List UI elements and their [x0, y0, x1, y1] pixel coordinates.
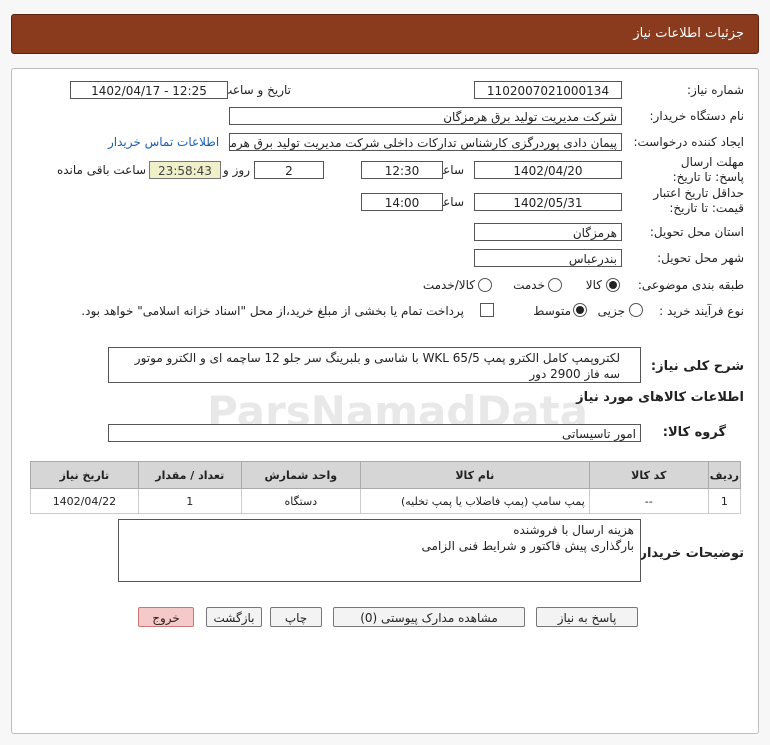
col-name: نام کالا: [359, 461, 590, 489]
general-desc-text: لکتروپمپ کامل الکترو پمپ WKL 65/5 با شاس…: [134, 351, 620, 381]
buyer-label: نام دستگاه خریدار:: [649, 109, 745, 123]
col-date: تاریخ نیاز: [30, 461, 139, 489]
contact-info-link[interactable]: اطلاعات تماس خریدار: [108, 135, 219, 149]
page-title: جزئیات اطلاعات نیاز: [633, 26, 744, 41]
buyer-notes-line-1: هزینه ارسال با فروشنده: [513, 523, 634, 537]
cell-row: 1: [707, 488, 742, 514]
city-label: شهر محل تحویل:: [657, 251, 744, 265]
category-option-goods: کالا: [585, 278, 602, 292]
page-header: جزئیات اطلاعات نیاز: [11, 14, 759, 54]
cell-code: --: [588, 488, 709, 514]
process-label: نوع فرآیند خرید :: [659, 304, 744, 318]
province-label: استان محل تحویل:: [649, 225, 744, 239]
back-button[interactable]: بازگشت: [206, 607, 262, 627]
process-option-medium: متوسط: [533, 304, 571, 318]
validity-label: حداقل تاریخ اعتبار قیمت: تا تاریخ:: [653, 186, 744, 215]
exit-button[interactable]: خروج: [138, 607, 194, 627]
buyer-field[interactable]: شرکت مدیریت تولید برق هرمزگان: [229, 107, 622, 125]
province-field[interactable]: هرمزگان: [474, 223, 622, 241]
general-desc-box[interactable]: لکتروپمپ کامل الکترو پمپ WKL 65/5 با شاس…: [108, 347, 641, 383]
treasury-note: پرداخت تمام یا بخشی از مبلغ خرید،از محل …: [81, 304, 464, 318]
category-radio-goods[interactable]: [606, 278, 620, 292]
buyer-notes-label: توضیحات خریدار:: [634, 546, 744, 561]
category-label: طبقه بندی موضوعی:: [637, 278, 744, 292]
col-qty: تعداد / مقدار: [137, 461, 242, 489]
goods-section-title: اطلاعات کالاهای مورد نیاز: [576, 390, 744, 405]
process-option-minor: جزیی: [597, 304, 625, 318]
deadline-time-field[interactable]: 12:30: [361, 161, 443, 179]
remaining-time-field: 23:58:43: [149, 161, 221, 179]
cell-date: 1402/04/22: [30, 488, 139, 514]
remaining-label: ساعت باقی مانده: [56, 163, 146, 177]
goods-group-field[interactable]: امور تاسیساتی: [108, 424, 641, 442]
details-panel: ParsNamadData شماره نیاز: 11020070210001…: [11, 68, 759, 734]
days-label: روز و: [223, 163, 250, 177]
validity-time-field[interactable]: 14:00: [361, 193, 443, 211]
cell-qty: 1: [137, 488, 242, 514]
need-number-label: شماره نیاز:: [687, 83, 744, 97]
category-radio-service[interactable]: [548, 278, 562, 292]
category-option-service: خدمت: [513, 278, 545, 292]
print-button[interactable]: چاپ: [270, 607, 322, 627]
treasury-checkbox[interactable]: [480, 303, 494, 317]
general-desc-label: شرح کلی نیاز:: [650, 359, 744, 374]
category-option-goods-service: کالا/خدمت: [422, 278, 475, 292]
process-radio-medium[interactable]: [573, 303, 587, 317]
attachments-button[interactable]: مشاهده مدارک پیوستی (0): [333, 607, 525, 627]
creator-label: ایجاد کننده درخواست:: [633, 135, 744, 149]
deadline-label: مهلت ارسال پاسخ: تا تاریخ:: [672, 155, 744, 184]
col-code: کد کالا: [588, 461, 709, 489]
cell-name: پمپ سامپ (پمپ فاضلاب یا پمپ تخلیه): [359, 488, 590, 514]
category-radio-goods-service[interactable]: [478, 278, 492, 292]
cell-unit: دستگاه: [240, 488, 361, 514]
col-unit: واحد شمارش: [240, 461, 361, 489]
validity-date-field[interactable]: 1402/05/31: [474, 193, 622, 211]
deadline-date-field[interactable]: 1402/04/20: [474, 161, 622, 179]
reply-button[interactable]: پاسخ به نیاز: [536, 607, 638, 627]
goods-group-label: گروه کالا:: [662, 425, 726, 440]
creator-field[interactable]: پیمان دادی پوردرگزی کارشناس تدارکات داخل…: [229, 133, 622, 151]
buyer-notes-line-2: بارگذاری پیش فاکتور و شرایط فنی الزامی: [421, 539, 634, 553]
table-row[interactable]: 1 -- پمپ سامپ (پمپ فاضلاب یا پمپ تخلیه) …: [30, 488, 742, 514]
announce-field[interactable]: 1402/04/17 - 12:25: [70, 81, 228, 99]
goods-table: ردیف کد کالا نام کالا واحد شمارش تعداد /…: [30, 461, 742, 514]
city-field[interactable]: بندرعباس: [474, 249, 622, 267]
process-radio-minor[interactable]: [629, 303, 643, 317]
buyer-notes-box[interactable]: هزینه ارسال با فروشنده بارگذاری پیش فاکت…: [118, 519, 641, 582]
need-number-field[interactable]: 1102007021000134: [474, 81, 622, 99]
col-row: ردیف: [707, 461, 742, 489]
table-header-row: ردیف کد کالا نام کالا واحد شمارش تعداد /…: [30, 461, 742, 489]
days-field[interactable]: 2: [254, 161, 324, 179]
